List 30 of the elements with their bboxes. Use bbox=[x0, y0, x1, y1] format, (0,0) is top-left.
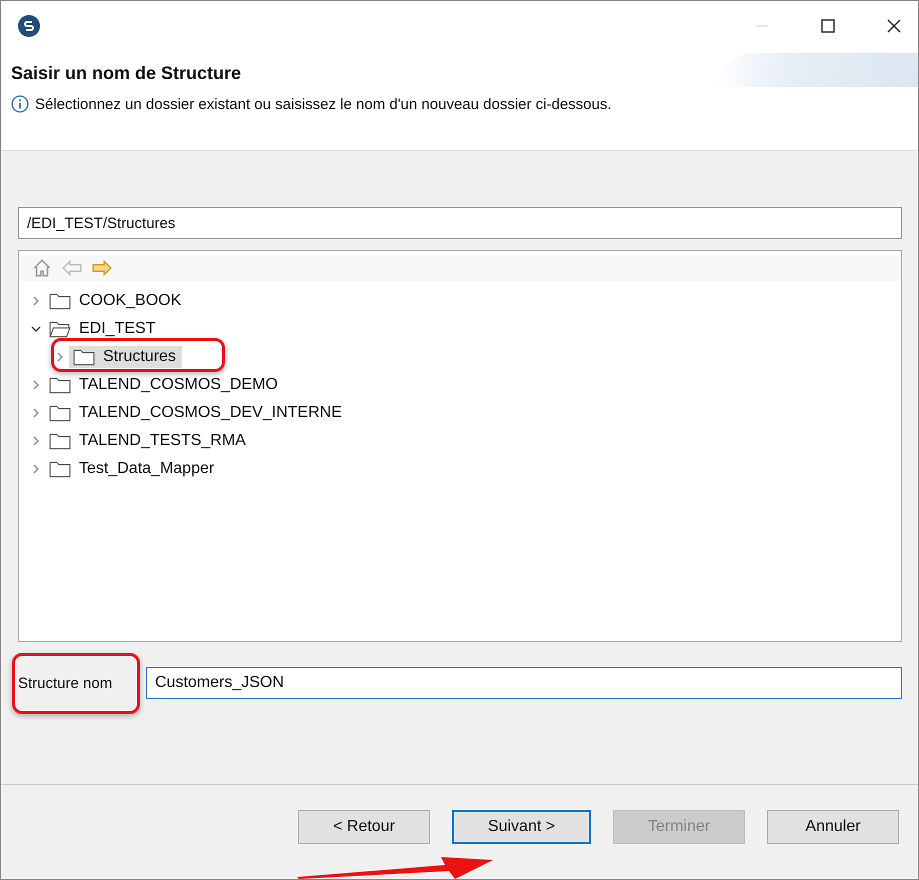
dialog-button[interactable]: Annuler bbox=[767, 810, 899, 844]
tree-item[interactable]: EDI_TEST bbox=[45, 318, 162, 340]
info-icon bbox=[11, 95, 29, 113]
dialog-button[interactable]: Suivant > bbox=[452, 810, 591, 844]
maximize-icon[interactable] bbox=[820, 18, 836, 34]
tree-item[interactable]: COOK_BOOK bbox=[45, 290, 188, 312]
folder-icon bbox=[49, 376, 71, 394]
app-logo-icon bbox=[17, 14, 41, 38]
expand-chevron-icon[interactable] bbox=[31, 324, 41, 334]
folder-icon bbox=[49, 404, 71, 422]
close-icon[interactable] bbox=[886, 18, 902, 34]
folder-icon bbox=[49, 460, 71, 478]
tree-item[interactable]: Test_Data_Mapper bbox=[45, 458, 220, 480]
name-field[interactable]: Customers_JSON bbox=[146, 667, 902, 699]
path-field[interactable]: /EDI_TEST/Structures bbox=[18, 207, 902, 239]
page-title: Saisir un nom de Structure bbox=[11, 63, 242, 84]
folder-icon bbox=[49, 432, 71, 450]
back-arrow-icon[interactable] bbox=[61, 257, 83, 279]
home-icon[interactable] bbox=[31, 257, 53, 279]
tree-item[interactable]: TALEND_COSMOS_DEMO bbox=[45, 374, 284, 396]
folder-icon bbox=[49, 320, 71, 338]
tree-item[interactable]: TALEND_TESTS_RMA bbox=[45, 430, 252, 452]
tree-item[interactable]: Structures bbox=[69, 346, 182, 368]
info-message: Sélectionnez un dossier existant ou saisissez le nom d'un nouveau dossier ci-dessous. bbox=[35, 95, 613, 115]
field-label: Structure nom bbox=[18, 674, 114, 694]
forward-arrow-icon[interactable] bbox=[91, 257, 113, 279]
dialog-button[interactable]: < Retour bbox=[298, 810, 430, 844]
folder-icon bbox=[73, 348, 95, 366]
folder-icon bbox=[49, 292, 71, 310]
tree-item[interactable]: TALEND_COSMOS_DEV_INTERNE bbox=[45, 402, 348, 424]
